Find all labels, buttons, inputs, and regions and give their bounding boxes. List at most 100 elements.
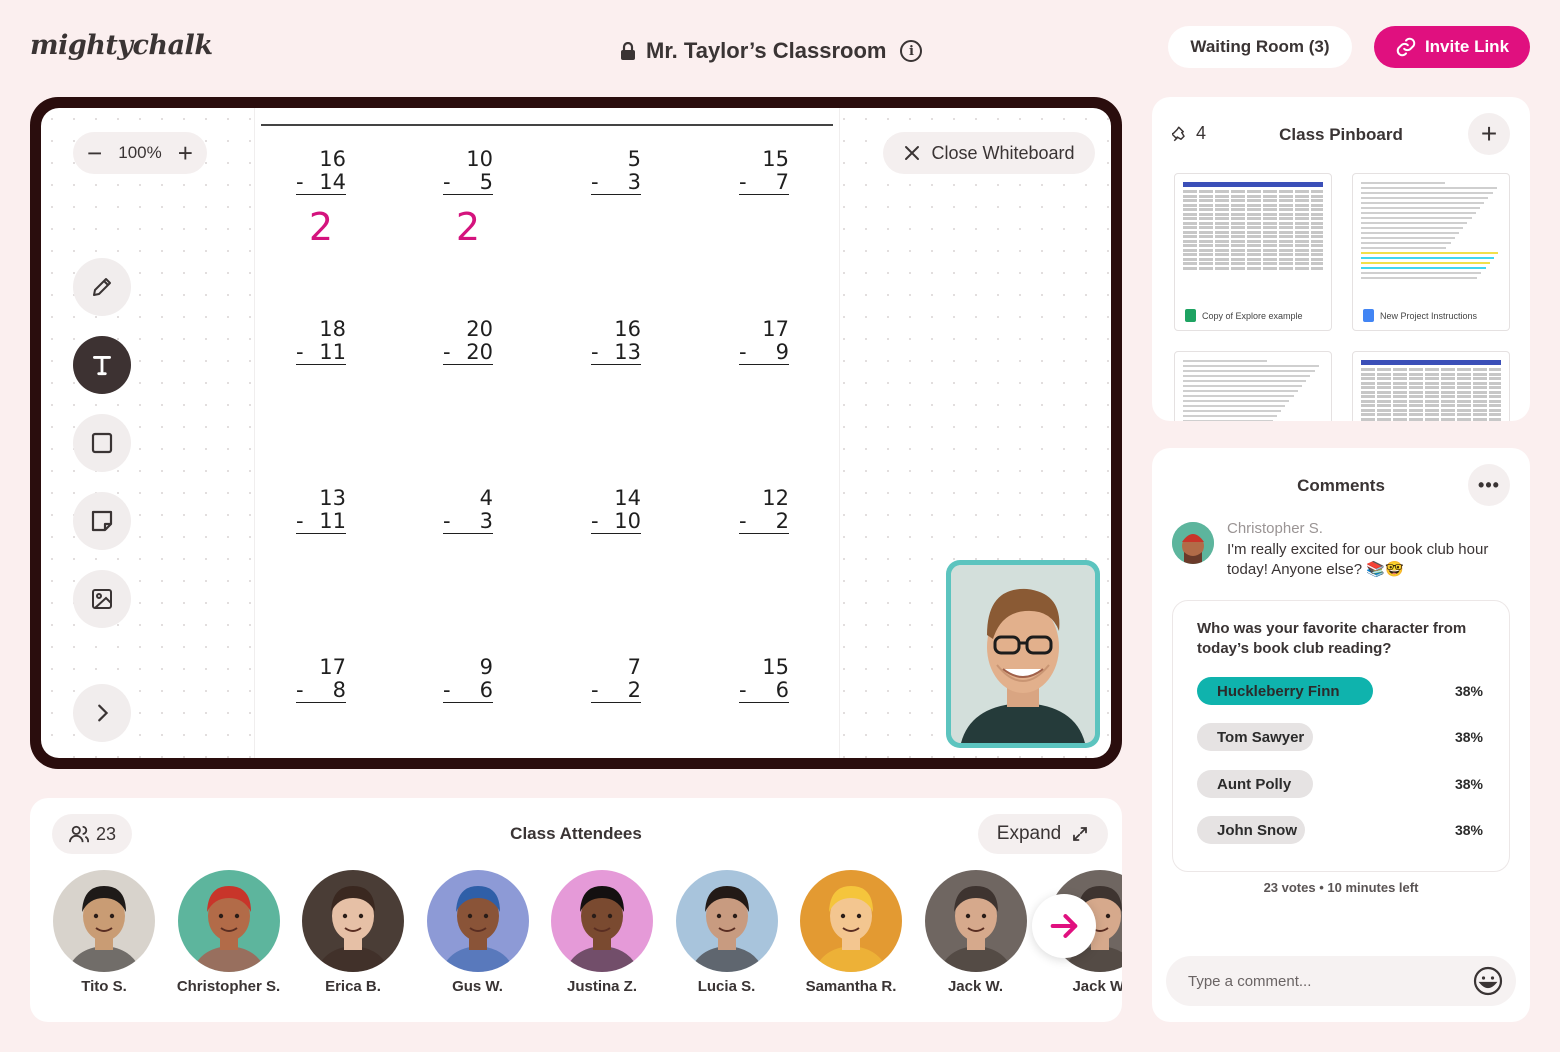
poll-option-label: Huckleberry Finn [1217, 683, 1340, 700]
problem-bottom-row: -2 [739, 510, 789, 534]
poll-option[interactable]: John Snow 38% [1197, 816, 1489, 844]
document-caption: Copy of Explore example [1185, 309, 1303, 322]
problem-top: 17 [319, 655, 346, 679]
math-problem: 12-2 [739, 487, 789, 534]
problem-top: 14 [614, 486, 641, 510]
attendee-item[interactable]: Samantha R. [799, 870, 903, 995]
teacher-video-tile[interactable] [946, 560, 1100, 748]
more-options-icon[interactable]: ••• [1468, 464, 1510, 506]
problem-bottom: 5 [479, 170, 493, 194]
math-problem: 5-3 [591, 148, 641, 195]
comments-panel: Comments ••• Christopher S. I'm really e… [1152, 448, 1530, 1022]
avatar-image [177, 870, 280, 972]
problem-top: 9 [479, 655, 493, 679]
problem-bottom: 10 [614, 509, 641, 533]
problem-bottom: 2 [627, 678, 641, 702]
problem-bottom: 9 [775, 340, 789, 364]
teacher-portrait [951, 565, 1095, 743]
problem-top: 12 [762, 486, 789, 510]
sticky-note-icon [91, 510, 113, 532]
poll-status: 23 votes • 10 minutes left [1152, 880, 1530, 895]
zoom-level: 100% [118, 143, 162, 162]
attendee-name: Christopher S. [176, 978, 281, 995]
problem-top: 16 [614, 317, 641, 341]
pinned-document[interactable] [1174, 351, 1332, 421]
poll-option[interactable]: Tom Sawyer 38% [1197, 723, 1489, 751]
document-title: Copy of Explore example [1202, 310, 1303, 321]
pinned-document[interactable]: New Project Instructions [1352, 173, 1510, 331]
invite-link-button[interactable]: Invite Link [1374, 26, 1530, 68]
avatar-image [924, 870, 1027, 972]
attendee-item[interactable]: Justina Z. [550, 870, 654, 995]
attendee-item[interactable]: Jack W. [924, 870, 1028, 995]
pencil-tool-button[interactable] [73, 258, 131, 316]
problem-bottom-row: -14 [296, 171, 346, 195]
math-problem: 16-14 2 [296, 148, 346, 249]
comment-input[interactable] [1166, 956, 1516, 1006]
expand-attendees-button[interactable]: Expand [978, 814, 1108, 854]
minus-sign: - [591, 678, 599, 702]
text-tool-button[interactable] [73, 336, 131, 394]
info-icon[interactable]: i [900, 40, 923, 62]
rectangle-tool-button[interactable] [73, 414, 131, 472]
attendee-item[interactable]: Tito S. [52, 870, 156, 995]
problem-bottom-row: -3 [443, 510, 493, 534]
math-problem: 16-13 [591, 318, 641, 365]
problem-bottom: 6 [775, 678, 789, 702]
add-pin-button[interactable]: + [1468, 113, 1510, 155]
avatar-image [800, 870, 902, 972]
minus-sign: - [443, 170, 451, 194]
problem-bottom: 3 [479, 509, 493, 533]
poll-option-percent: 38% [1454, 776, 1483, 792]
next-attendees-button[interactable] [1032, 894, 1096, 958]
problem-bottom: 13 [614, 340, 641, 364]
minus-sign: - [296, 678, 304, 702]
problem-answer: 2 [308, 205, 334, 249]
avatar-image [302, 870, 404, 972]
comment-author: Christopher S. [1227, 520, 1323, 537]
problem-top: 17 [762, 317, 789, 341]
poll-option-label: John Snow [1217, 822, 1297, 839]
pinned-document[interactable]: Copy of Explore example [1174, 173, 1332, 331]
image-icon [92, 589, 112, 609]
avatar [675, 870, 778, 972]
math-problem: 9-6 [443, 656, 493, 703]
close-whiteboard-label: Close Whiteboard [931, 142, 1075, 163]
poll-option[interactable]: Aunt Polly 38% [1197, 770, 1489, 798]
emoji-icon[interactable] [1472, 965, 1504, 997]
attendee-name: Lucia S. [697, 978, 756, 995]
attendee-name: Jack W. [1072, 978, 1122, 995]
attendee-item[interactable]: Erica B. [301, 870, 405, 995]
avatar [1172, 522, 1214, 564]
expand-label: Expand [996, 823, 1062, 844]
arrow-right-icon [1050, 914, 1078, 938]
attendee-item[interactable]: Gus W. [426, 870, 530, 995]
document-preview [1361, 360, 1501, 421]
attendee-item[interactable]: Christopher S. [177, 870, 281, 995]
close-whiteboard-button[interactable]: Close Whiteboard [883, 132, 1095, 174]
problem-top: 7 [627, 655, 641, 679]
problem-bottom: 11 [319, 340, 346, 364]
class-pinboard: 4 Class Pinboard + Copy of Explore examp… [1152, 97, 1530, 421]
expand-toolbar-button[interactable] [73, 684, 131, 742]
minus-sign: - [443, 509, 451, 533]
zoom-out-button[interactable]: − [87, 140, 102, 166]
whiteboard-canvas[interactable]: − 100% + 16 - 14 2 10 - 5 2 5 - 3 15 - 7… [41, 108, 1111, 758]
problem-bottom-row: -7 [739, 171, 789, 195]
minus-sign: - [591, 340, 599, 364]
worksheet[interactable]: 16-14 2 10-5 2 5-3 15-7 18-11 20-20 16-13 17-9 13-… [255, 108, 839, 758]
problem-bottom: 11 [319, 509, 346, 533]
attendee-item[interactable]: Lucia S. [675, 870, 779, 995]
sticky-note-tool-button[interactable] [73, 492, 131, 550]
waiting-room-button[interactable]: Waiting Room (3) [1168, 26, 1352, 68]
poll-option-label: Aunt Polly [1217, 776, 1292, 793]
pinned-document[interactable] [1352, 351, 1510, 421]
chevron-right-icon [98, 704, 109, 722]
avatar-image [675, 870, 778, 972]
avatar [426, 870, 529, 972]
poll-option[interactable]: Huckleberry Finn 38% [1197, 677, 1489, 705]
zoom-in-button[interactable]: + [178, 140, 193, 166]
teacher-video [951, 565, 1095, 743]
problem-bottom-row: -13 [591, 341, 641, 365]
image-tool-button[interactable] [73, 570, 131, 628]
